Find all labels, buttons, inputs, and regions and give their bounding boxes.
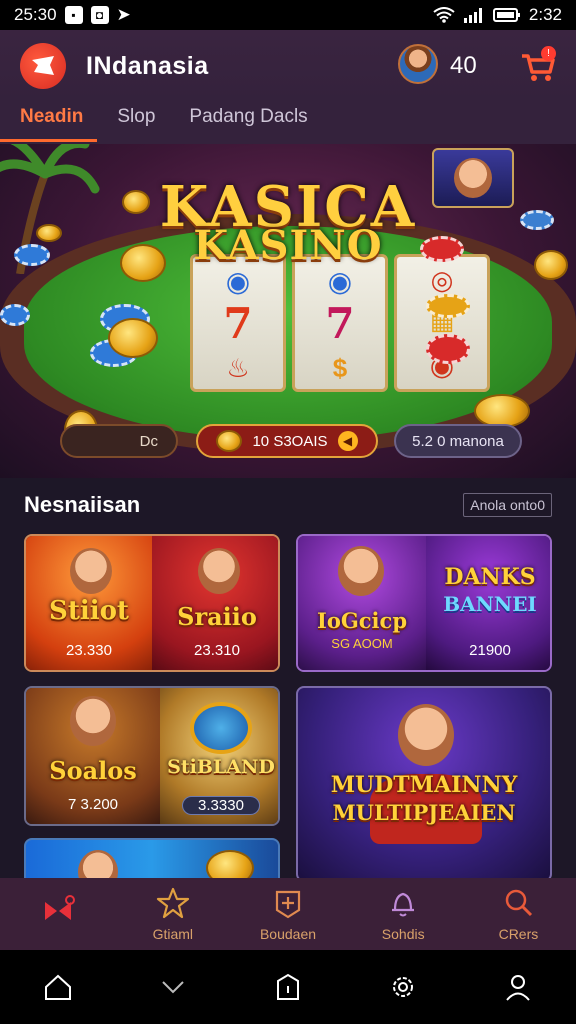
slot-reel: ◉ 7 $	[292, 254, 388, 392]
game-amount: 23.310	[194, 642, 240, 659]
character-image	[338, 546, 384, 596]
character-image	[70, 548, 112, 594]
poker-chip	[426, 334, 470, 364]
plus-shield-icon	[275, 890, 301, 919]
game-name: Stiiot	[49, 596, 129, 626]
cart-button[interactable]: !	[518, 46, 558, 86]
status-time: 25:30	[14, 5, 57, 24]
flag-icon	[44, 895, 75, 920]
avatar[interactable]	[398, 44, 438, 84]
status-time-right: 2:32	[528, 5, 562, 24]
game-card[interactable]: MUDTMAINNY MULTIPJEAIEN	[296, 686, 552, 882]
notification-icon: ▪	[64, 6, 83, 24]
logo-icon	[32, 56, 54, 75]
hero-subtitle: KASINO	[193, 222, 383, 269]
tab-switcher-icon[interactable]	[272, 971, 304, 1003]
nav-search-label: CRers	[498, 926, 539, 942]
tab-bar: Neadin Slop Padang Dacls	[0, 102, 576, 144]
profile-icon[interactable]	[502, 971, 534, 1003]
game-name: StiBLAND	[167, 756, 275, 778]
nav-rewards[interactable]: Boudaen	[230, 878, 345, 950]
nav-rewards-label: Boudaen	[259, 926, 317, 942]
nav-games[interactable]: Gtiaml	[115, 878, 230, 950]
coin-count: 40	[450, 52, 477, 79]
app-logo[interactable]	[20, 43, 66, 89]
battery-icon	[492, 8, 520, 22]
game-amount: 7 3.200	[67, 796, 119, 813]
game-card[interactable]: Stiiot 23.330 Sraiio 23.310	[24, 534, 280, 672]
hero-pill-mid[interactable]: 10 S3OAIS ◀	[196, 424, 378, 458]
section-title: Nesnaiisan	[24, 492, 141, 517]
chevron-down-icon[interactable]	[157, 971, 189, 1003]
signal-icon	[463, 8, 482, 23]
wifi-icon	[433, 7, 455, 23]
game-card[interactable]: IoGcicp SG AOOM DANKS BANNEI 21900	[296, 534, 552, 672]
app-header: INdanasia 40 !	[0, 30, 576, 102]
game-tile[interactable]: StiBLAND 3.3330	[160, 688, 278, 824]
pill-right-label: 5.2 0 manona	[412, 432, 504, 450]
game-amount: 3.3330	[182, 796, 260, 815]
app-root: 25:30 ▪ ◘ ➤ 2:32 INdanasia 40 ! Neadin S…	[0, 0, 576, 1024]
status-bar: 25:30 ▪ ◘ ➤ 2:32	[0, 0, 576, 30]
character-image	[70, 696, 116, 746]
game-tile[interactable]: Soalos 7 3.200	[26, 688, 160, 824]
hero-pill-left[interactable]: Dc	[60, 424, 178, 458]
section-header: Nesnaiisan Anola onto0	[24, 492, 552, 518]
arrow-left-icon: ◀	[337, 431, 358, 451]
wheel-icon	[190, 702, 252, 754]
character-image	[398, 704, 454, 766]
game-name: MUDTMAINNY	[330, 772, 518, 798]
nav-notifications[interactable]: Sohdis	[346, 878, 461, 950]
gold-coin	[108, 318, 158, 358]
slot-reel: ◎ ▦ ◉	[394, 254, 490, 392]
game-amount: 21900	[469, 642, 511, 659]
tab-deals[interactable]: Padang Dacls	[189, 102, 307, 142]
settings-icon[interactable]	[387, 971, 419, 1003]
game-tile[interactable]: DANKS BANNEI 21900	[426, 536, 550, 670]
slot-reel: ◉ 7 ♨	[190, 254, 286, 392]
game-subtitle: SG AOOM	[331, 636, 393, 651]
nav-search[interactable]: CRers	[461, 878, 576, 950]
gallery-icon: ◘	[90, 6, 109, 24]
coin-icon	[216, 430, 243, 452]
gold-coin	[474, 394, 530, 428]
game-amount: 23.330	[66, 642, 112, 659]
star-icon	[156, 887, 189, 919]
system-nav-bar	[0, 950, 576, 1024]
pill-mid-label: 10 S3OAIS	[252, 432, 328, 450]
nav-games-label: Gtiaml	[152, 926, 194, 942]
poker-chip	[0, 304, 30, 326]
game-card[interactable]: Soalos 7 3.200 StiBLAND 3.3330	[24, 686, 280, 826]
game-tile[interactable]: Stiiot 23.330	[26, 536, 152, 670]
pill-left-label: Dc	[139, 432, 158, 450]
game-name: IoGcicp	[317, 608, 407, 633]
game-name: DANKS	[444, 564, 536, 590]
bottom-nav: Gtiaml Boudaen Sohdis CRers	[0, 878, 576, 950]
tab-slot[interactable]: Slop	[117, 102, 155, 142]
poker-chip	[426, 294, 470, 318]
bell-icon	[392, 892, 415, 917]
cart-badge: !	[541, 46, 556, 61]
see-all-button[interactable]: Anola onto0	[463, 493, 552, 517]
game-subtitle: BANNEI	[443, 592, 537, 616]
hero-pill-right[interactable]: 5.2 0 manona	[394, 424, 522, 458]
game-name: Soalos	[49, 756, 137, 785]
game-tile[interactable]: IoGcicp SG AOOM	[298, 536, 426, 670]
mail-icon: ➤	[116, 5, 131, 24]
search-icon	[506, 889, 533, 917]
tab-home[interactable]: Neadin	[0, 102, 98, 142]
game-subtitle: MULTIPJEAIEN	[332, 800, 516, 825]
game-name: Sraiio	[177, 602, 257, 631]
nav-home[interactable]	[0, 878, 115, 950]
home-icon[interactable]	[42, 971, 74, 1003]
character-image	[198, 548, 240, 594]
game-tile[interactable]: Sraiio 23.310	[152, 536, 278, 670]
nav-notifications-label: Sohdis	[381, 926, 425, 942]
app-title: INdanasia	[86, 51, 209, 80]
